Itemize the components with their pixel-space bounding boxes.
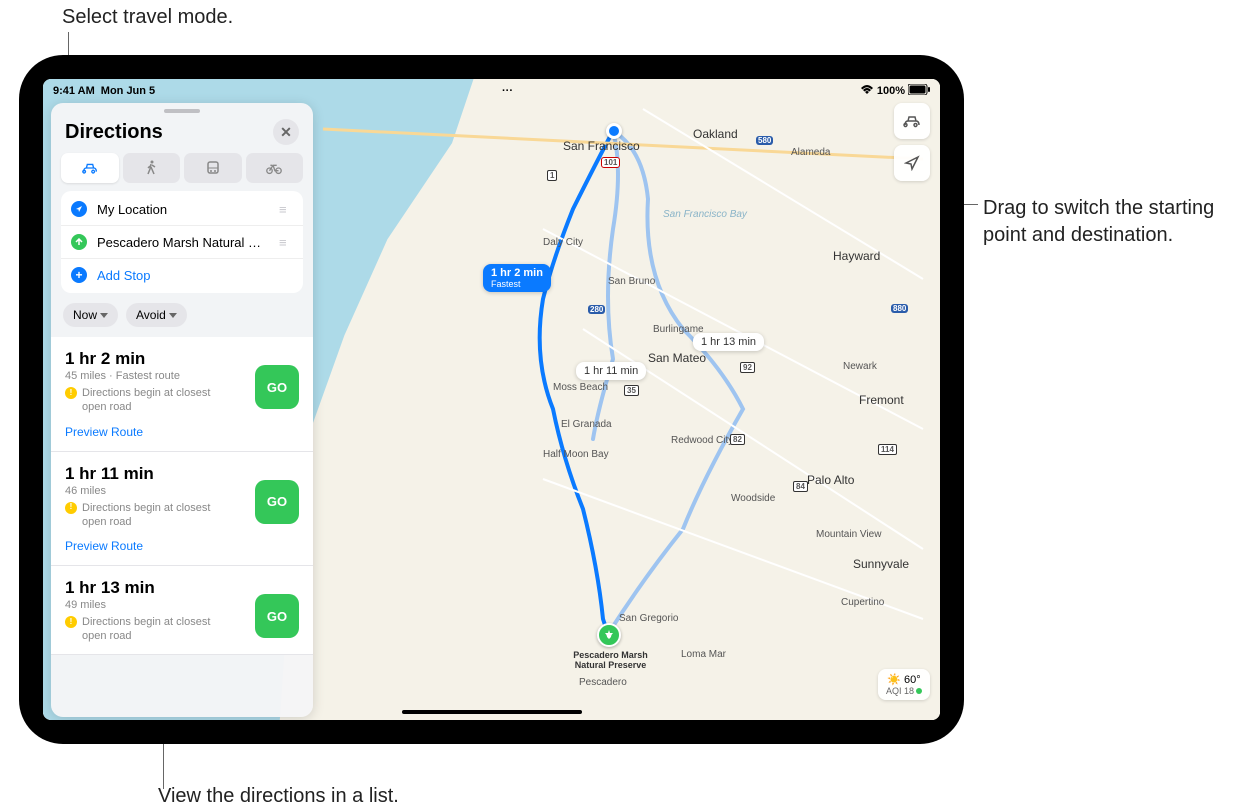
route-badge-alt2[interactable]: 1 hr 13 min — [693, 333, 764, 351]
city-redwood: Redwood City — [671, 435, 733, 446]
city-elgranada: El Granada — [561, 419, 612, 430]
warning-icon: ! — [65, 502, 77, 514]
wifi-icon — [860, 85, 874, 98]
mode-cycle[interactable] — [246, 153, 304, 183]
mode-walk[interactable] — [123, 153, 181, 183]
route-badge-alt1[interactable]: 1 hr 11 min — [576, 362, 646, 380]
warning-icon: ! — [65, 616, 77, 628]
city-sanmateo: San Mateo — [648, 351, 706, 365]
city-burlingame: Burlingame — [653, 324, 704, 335]
go-button[interactable]: GO — [255, 365, 299, 409]
route-option-1[interactable]: 1 hr 2 min 45 miles · Fastest route !Dir… — [51, 337, 313, 452]
route-badge-primary[interactable]: 1 hr 2 min Fastest — [483, 264, 551, 292]
callout-list: View the directions in a list. — [158, 783, 399, 810]
origin-icon — [71, 201, 87, 217]
status-time: 9:41 AM — [53, 85, 95, 97]
destination-label: Pescadero Marsh Natural Preserve — [563, 651, 658, 671]
route-option-3[interactable]: 1 hr 13 min 49 miles !Directions begin a… — [51, 566, 313, 655]
callout-travel-mode: Select travel mode. — [62, 4, 233, 31]
ipad-screen: 9:41 AM Mon Jun 5 ··· 100% — [43, 79, 940, 720]
drag-handle-icon[interactable]: ≡ — [279, 202, 293, 217]
stop-origin[interactable]: My Location ≡ — [61, 193, 303, 225]
filter-now[interactable]: Now — [63, 303, 118, 327]
city-alameda: Alameda — [791, 147, 830, 158]
route-option-2[interactable]: 1 hr 11 min 46 miles !Directions begin a… — [51, 452, 313, 567]
current-location-dot — [606, 123, 622, 139]
preview-route-link[interactable]: Preview Route — [65, 539, 143, 553]
status-date: Mon Jun 5 — [101, 85, 155, 97]
city-oakland: Oakland — [693, 127, 738, 141]
city-cupertino: Cupertino — [841, 597, 884, 608]
add-stop[interactable]: + Add Stop — [61, 258, 303, 291]
battery-icon — [908, 84, 930, 98]
hwy-1: 1 — [547, 170, 557, 181]
city-woodside: Woodside — [731, 493, 775, 504]
city-daly: Daly City — [543, 237, 583, 248]
hwy-580: 580 — [756, 136, 773, 145]
city-sanbruno: San Bruno — [608, 276, 655, 287]
city-paloalto: Palo Alto — [807, 473, 854, 487]
locate-button[interactable] — [894, 145, 930, 181]
mode-drive[interactable] — [61, 153, 119, 183]
battery-text: 100% — [877, 85, 905, 97]
hwy-880: 880 — [891, 304, 908, 313]
destination-pin[interactable] — [597, 623, 621, 647]
city-fremont: Fremont — [859, 393, 904, 407]
ipad-frame: 9:41 AM Mon Jun 5 ··· 100% — [19, 55, 964, 744]
callout-drag: Drag to switch the starting point and de… — [983, 195, 1233, 249]
city-mtview: Mountain View — [816, 529, 881, 540]
panel-title: Directions — [65, 121, 163, 144]
city-hayward: Hayward — [833, 249, 880, 263]
destination-icon — [71, 234, 87, 250]
label-sfbay: San Francisco Bay — [663, 209, 747, 220]
status-bar: 9:41 AM Mon Jun 5 ··· 100% — [43, 79, 940, 99]
travel-mode-tabs — [51, 153, 313, 191]
stop-destination[interactable]: Pescadero Marsh Natural Pres… ≡ — [61, 225, 303, 258]
mode-transit[interactable] — [184, 153, 242, 183]
weather-badge[interactable]: ☀️ 60° AQI 18 — [878, 669, 930, 700]
go-button[interactable]: GO — [255, 480, 299, 524]
directions-panel: Directions ✕ My Location ≡ — [51, 103, 313, 717]
hwy-84: 84 — [793, 481, 808, 492]
city-lomamar: Loma Mar — [681, 649, 726, 660]
drag-handle-icon[interactable]: ≡ — [279, 235, 293, 250]
home-indicator[interactable] — [402, 710, 582, 714]
close-button[interactable]: ✕ — [273, 119, 299, 145]
city-pescadero: Pescadero — [579, 677, 627, 688]
hwy-92: 92 — [740, 362, 755, 373]
city-mossbeach: Moss Beach — [553, 382, 608, 393]
stops-list: My Location ≡ Pescadero Marsh Natural Pr… — [61, 191, 303, 293]
go-button[interactable]: GO — [255, 594, 299, 638]
city-newark: Newark — [843, 361, 877, 372]
hwy-280: 280 — [588, 305, 605, 314]
preview-route-link[interactable]: Preview Route — [65, 425, 143, 439]
city-sunnyvale: Sunnyvale — [853, 557, 909, 571]
hwy-114: 114 — [878, 444, 897, 455]
city-hmb: Half Moon Bay — [543, 449, 609, 460]
filter-avoid[interactable]: Avoid — [126, 303, 187, 327]
hwy-82: 82 — [730, 434, 745, 445]
city-sangregorio: San Gregorio — [619, 613, 678, 624]
add-icon: + — [71, 267, 87, 283]
hwy-35: 35 — [624, 385, 639, 396]
hwy-101: 101 — [601, 157, 620, 168]
warning-icon: ! — [65, 387, 77, 399]
city-sf: San Francisco — [563, 139, 640, 153]
map-mode-button[interactable] — [894, 103, 930, 139]
routes-list[interactable]: 1 hr 2 min 45 miles · Fastest route !Dir… — [51, 337, 313, 717]
